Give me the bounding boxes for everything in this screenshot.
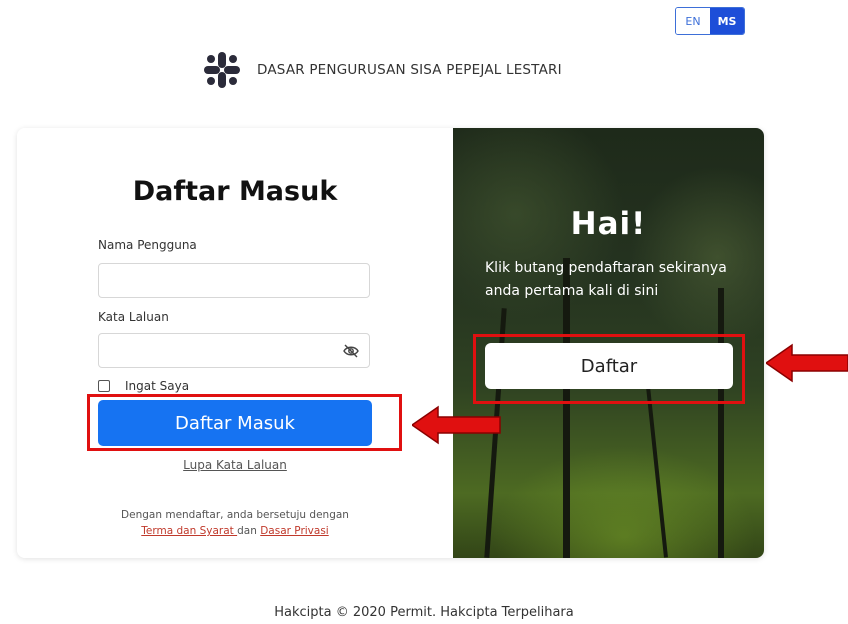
password-input[interactable] bbox=[98, 333, 370, 368]
tree-trunk bbox=[718, 288, 724, 558]
lang-en-button[interactable]: EN bbox=[676, 8, 710, 34]
remember-checkbox[interactable] bbox=[98, 380, 110, 392]
login-panel: Daftar Masuk Nama Pengguna Kata Laluan I… bbox=[17, 128, 453, 558]
remember-me[interactable]: Ingat Saya bbox=[98, 379, 189, 393]
login-title: Daftar Masuk bbox=[132, 176, 338, 207]
footer-copyright: Hakcipta © 2020 Permit. Hakcipta Terpeli… bbox=[274, 605, 574, 620]
language-switch: EN MS bbox=[675, 7, 745, 35]
arrow-left-icon bbox=[412, 405, 501, 445]
privacy-link[interactable]: Dasar Privasi bbox=[260, 525, 329, 537]
terms-intro: Dengan mendaftar, anda bersetuju dengan bbox=[121, 509, 349, 521]
tree-trunk bbox=[563, 258, 570, 558]
arrow-left-icon bbox=[766, 343, 848, 383]
slack-like-logo-icon bbox=[204, 52, 240, 88]
terms-link[interactable]: Terma dan Syarat bbox=[141, 525, 237, 537]
highlight-box-register bbox=[473, 334, 745, 404]
username-label: Nama Pengguna bbox=[98, 238, 197, 252]
eye-slash-icon[interactable] bbox=[343, 344, 359, 358]
password-label: Kata Laluan bbox=[98, 310, 169, 324]
brand-header: DASAR PENGURUSAN SISA PEPEJAL LESTARI bbox=[202, 50, 562, 90]
terms-and: dan bbox=[237, 525, 261, 537]
brand-title: DASAR PENGURUSAN SISA PEPEJAL LESTARI bbox=[257, 62, 562, 78]
register-description: Klik butang pendaftaran sekiranya anda p… bbox=[485, 260, 727, 299]
greeting-title: Hai! bbox=[570, 206, 647, 242]
terms-text: Dengan mendaftar, anda bersetuju dengan … bbox=[17, 507, 453, 539]
highlight-box-login bbox=[87, 394, 402, 451]
forgot-password-link[interactable]: Lupa Kata Laluan bbox=[17, 458, 453, 472]
username-input[interactable] bbox=[98, 263, 370, 298]
lang-ms-button[interactable]: MS bbox=[710, 8, 744, 34]
remember-label: Ingat Saya bbox=[125, 379, 190, 393]
